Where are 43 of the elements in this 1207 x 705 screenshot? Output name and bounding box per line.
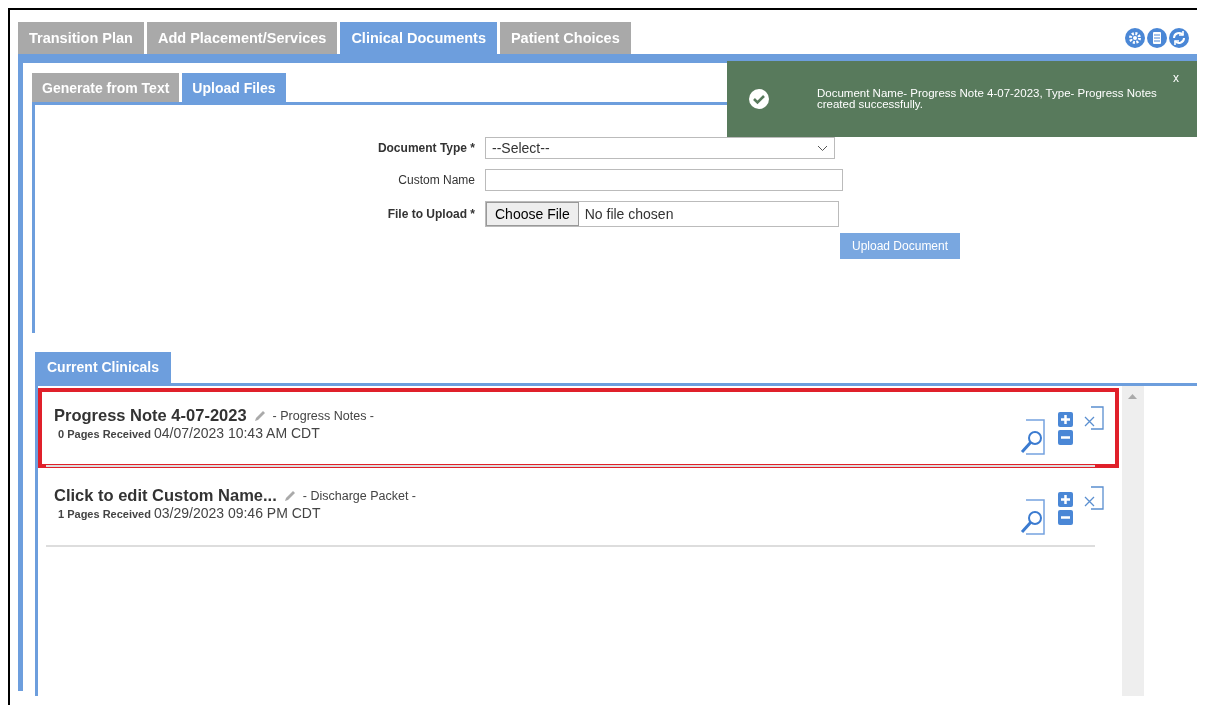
remove-document-icon[interactable] [1083,486,1105,512]
check-icon [749,89,769,109]
field-label: File to Upload * [386,207,475,221]
upload-document-button[interactable]: Upload Document [840,233,961,259]
plus-icon[interactable] [1058,412,1073,427]
document-name[interactable]: Progress Note 4-07-2023 [54,406,247,425]
close-button[interactable]: x [1173,71,1179,85]
tab[interactable]: Transition Plan [18,22,144,54]
tab[interactable]: Patient Choices [499,22,631,54]
list-icon[interactable] [1147,28,1167,48]
custom-name-field[interactable] [485,169,843,191]
settings-icon[interactable] [1125,28,1145,48]
document-date: 03/29/2023 09:46 PM CDT [153,505,321,521]
current-clinicals-tab[interactable]: Current Clinicals [35,352,172,383]
tab[interactable]: Add Placement/Services [146,22,338,54]
minus-icon[interactable] [1058,510,1073,525]
pencil-icon[interactable] [282,488,297,503]
file-status: No file chosen [584,206,674,222]
document-name[interactable]: Click to edit Custom Name... [54,486,277,505]
chevron-down-icon [817,144,828,152]
tab[interactable]: Generate from Text [32,73,180,103]
document-date: 04/07/2023 10:43 AM CDT [153,425,320,441]
minus-icon[interactable] [1058,430,1073,445]
refresh-icon[interactable] [1169,28,1189,48]
plus-icon[interactable] [1058,492,1073,507]
tab[interactable]: Clinical Documents [340,22,497,54]
field-label: Document Type * [376,141,475,155]
pencil-icon[interactable] [252,408,267,423]
notification-message: Document Name- Progress Note 4-07-2023, Type- Progress Notes created successfully. [817,88,1157,110]
document-type-dropdown[interactable]: --Select-- [485,137,835,159]
file-field[interactable]: Choose File No file chosen [485,201,839,227]
magnifier-document-icon[interactable] [1018,418,1048,456]
remove-document-icon[interactable] [1083,406,1105,432]
magnifier-document-icon[interactable] [1018,498,1048,536]
scrollbar[interactable] [1122,386,1144,696]
field-label: Custom Name [397,173,475,187]
document-type: - Discharge Packet - [302,488,417,503]
choose-file-button[interactable]: Choose File [486,202,579,226]
scroll-up-arrow-icon[interactable] [1128,394,1137,399]
pages-received: 1 Pages Received [58,508,151,520]
tab[interactable]: Upload Files [182,73,286,103]
document-type: - Progress Notes - [272,408,375,423]
pages-received: 0 Pages Received [58,428,151,440]
